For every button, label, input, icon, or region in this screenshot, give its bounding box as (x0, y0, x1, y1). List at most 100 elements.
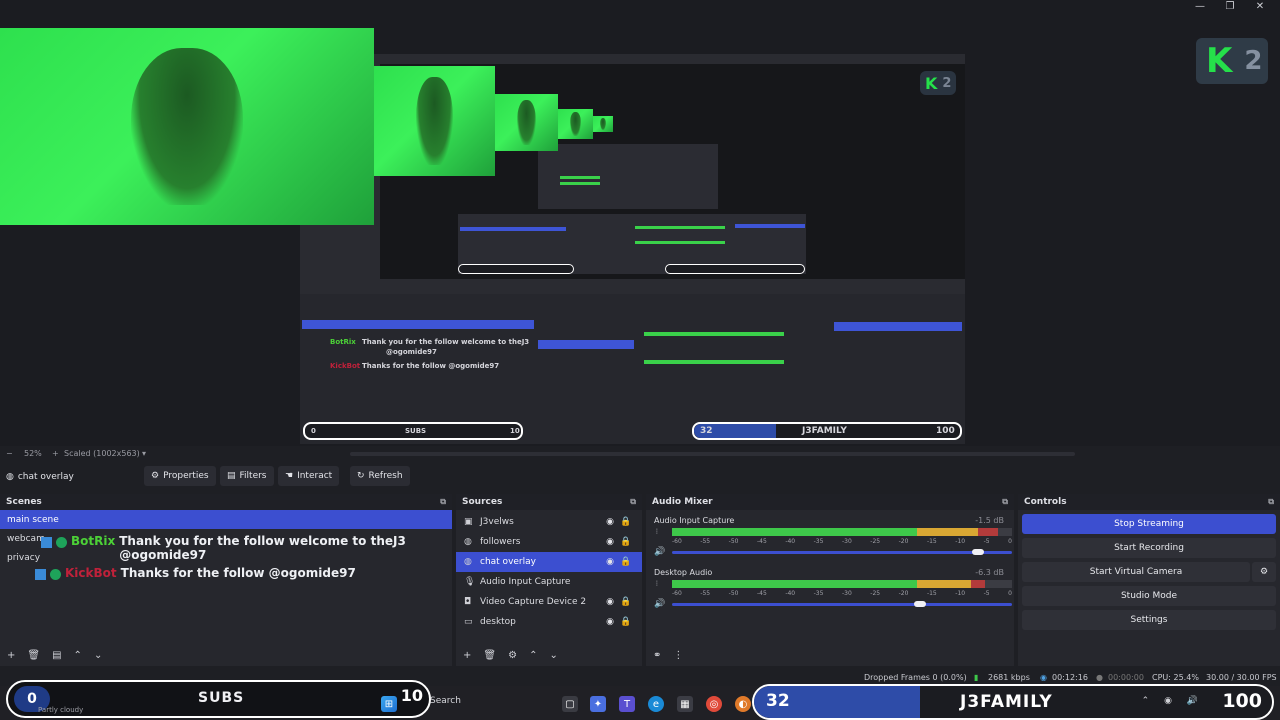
edge-icon[interactable]: e (648, 696, 664, 712)
kebab-icon[interactable]: ⋮ (673, 650, 683, 661)
meter-red (978, 528, 999, 536)
gear-icon[interactable]: ⚙ (508, 650, 517, 661)
channel-db: -1.5 dB (975, 516, 1004, 525)
globe-icon: ◍ (464, 557, 472, 567)
preview-area[interactable]: K 2 K 2 BotRix Thank you for the follow … (0, 14, 1280, 446)
arrow-up-icon[interactable]: ⌃ (74, 650, 82, 661)
windows-start-icon[interactable]: ⊞ (381, 696, 397, 712)
eye-icon[interactable]: ◉ (602, 517, 618, 527)
arrow-up-icon[interactable]: ⌃ (529, 650, 537, 661)
virtual-camera-settings-button[interactable]: ⚙ (1252, 562, 1276, 582)
globe-icon: ◍ (6, 472, 14, 482)
channel-name: Audio Input Capture (654, 516, 735, 525)
lock-icon[interactable]: 🔒 (618, 537, 634, 547)
nested-meter (644, 360, 784, 364)
settings-button[interactable]: Settings (1022, 610, 1276, 630)
undock-icon[interactable]: ⧉ (440, 497, 446, 507)
store-icon[interactable]: ▦ (677, 696, 693, 712)
source-item-chat-overlay[interactable]: ◍ chat overlay ◉ 🔒 (456, 552, 642, 572)
preview-horizontal-scrollbar[interactable] (350, 452, 1075, 456)
source-label: Audio Input Capture (480, 577, 571, 587)
eye-icon[interactable]: ◉ (602, 597, 618, 607)
mixer-footer: ⚭ ⋮ (646, 644, 1014, 666)
lock-icon[interactable]: 🔒 (618, 597, 634, 607)
nested-source-active (538, 340, 634, 349)
nested-chat-user: BotRix (330, 338, 356, 346)
zoom-in-icon[interactable]: + (52, 449, 59, 458)
scene-item-main-scene[interactable]: main scene (0, 510, 452, 529)
teams-icon[interactable]: T (619, 696, 635, 712)
speaker-icon[interactable]: 🔊 (654, 599, 665, 609)
trash-icon[interactable]: 🗑 (27, 650, 40, 661)
undock-icon[interactable]: ⧉ (1268, 497, 1274, 507)
copilot-icon[interactable]: ✦ (590, 696, 606, 712)
studio-mode-button[interactable]: Studio Mode (1022, 586, 1276, 606)
chrome-icon[interactable]: ◎ (706, 696, 722, 712)
eye-icon[interactable]: ◉ (602, 617, 618, 627)
task-view-icon[interactable]: ▢ (562, 696, 578, 712)
nested-control-highlight (735, 224, 805, 228)
add-icon[interactable]: + (7, 650, 15, 661)
source-item-desktop[interactable]: ▭ desktop ◉ 🔒 (456, 612, 642, 632)
filters-button[interactable]: ▤ Filters (220, 466, 274, 486)
volume-slider-handle[interactable] (972, 549, 984, 555)
kebab-icon[interactable]: ⋮ (654, 580, 660, 587)
webcam-feed-echo (374, 66, 495, 176)
lock-icon[interactable]: 🔒 (618, 617, 634, 627)
kebab-icon[interactable]: ⋮ (654, 528, 660, 535)
scale-tick: -20 (898, 538, 909, 545)
maximize-icon[interactable]: ❐ (1224, 0, 1236, 14)
button-label: Start Virtual Camera (1089, 567, 1183, 577)
chevron-down-icon[interactable]: ▾ (142, 449, 146, 458)
source-item-j3velws[interactable]: ▣ J3velws ◉ 🔒 (456, 512, 642, 532)
arrow-down-icon[interactable]: ⌄ (549, 650, 557, 661)
eye-icon[interactable]: ◉ (602, 537, 618, 547)
subs-right-count: 10 (400, 686, 423, 705)
sources-header: Sources ⧉ (456, 494, 642, 510)
mixer-title: Audio Mixer (652, 497, 713, 507)
kick-logo-letter: K (1206, 41, 1233, 81)
lock-icon[interactable]: 🔒 (618, 517, 634, 527)
selected-source: ◍ chat overlay (6, 466, 74, 488)
scale-readout: Scaled (1002x563) (64, 449, 140, 458)
firefox-icon[interactable]: ◐ (735, 696, 751, 712)
source-item-audio-input-capture[interactable]: 🎙 Audio Input Capture (456, 572, 642, 592)
meter-red (971, 580, 985, 588)
record-icon: ● (1096, 673, 1103, 682)
nested-goal-pill (665, 264, 805, 274)
link-icon[interactable]: ⚭ (653, 650, 661, 661)
refresh-button[interactable]: ↻ Refresh (350, 466, 410, 486)
volume-slider[interactable] (672, 551, 1012, 554)
close-icon[interactable]: ✕ (1254, 0, 1266, 14)
speaker-icon[interactable]: 🔊 (654, 547, 665, 557)
minimize-icon[interactable]: — (1194, 0, 1206, 14)
lock-icon[interactable]: 🔒 (618, 557, 634, 567)
arrow-down-icon[interactable]: ⌄ (94, 650, 102, 661)
taskbar-search[interactable]: Search (430, 696, 461, 706)
volume-slider-handle[interactable] (914, 601, 927, 607)
stop-streaming-button[interactable]: Stop Streaming (1022, 514, 1276, 534)
source-item-video-capture-device-2[interactable]: ◘ Video Capture Device 2 ◉ 🔒 (456, 592, 642, 612)
add-icon[interactable]: + (463, 650, 471, 661)
undock-icon[interactable]: ⧉ (630, 497, 636, 507)
start-virtual-camera-button[interactable]: Start Virtual Camera (1022, 562, 1250, 582)
source-item-followers[interactable]: ◍ followers ◉ 🔒 (456, 532, 642, 552)
source-label: Video Capture Device 2 (480, 597, 587, 607)
properties-button[interactable]: ⚙ Properties (144, 466, 216, 486)
nested-goal-right: 100 (936, 426, 955, 436)
controls-dock: Controls ⧉ Stop Streaming Start Recordin… (1018, 494, 1280, 666)
meter-yellow (916, 580, 972, 588)
zoom-out-icon[interactable]: − (6, 449, 13, 458)
filter-icon[interactable]: ▤ (52, 650, 61, 661)
source-label: chat overlay (480, 557, 536, 567)
eye-icon[interactable]: ◉ (602, 557, 618, 567)
nested-stop-stream (834, 322, 962, 331)
start-recording-button[interactable]: Start Recording (1022, 538, 1276, 558)
system-tray-icons[interactable]: ⌃ ◉ 🔊 (1142, 696, 1204, 706)
trash-icon[interactable]: 🗑 (483, 650, 496, 661)
source-toolbar: ◍ chat overlay ⚙ Properties ▤ Filters ☚ … (0, 466, 1280, 488)
camera-icon: ◘ (464, 597, 472, 607)
volume-slider[interactable] (672, 603, 1012, 606)
interact-button[interactable]: ☚ Interact (278, 466, 340, 486)
undock-icon[interactable]: ⧉ (1002, 497, 1008, 507)
